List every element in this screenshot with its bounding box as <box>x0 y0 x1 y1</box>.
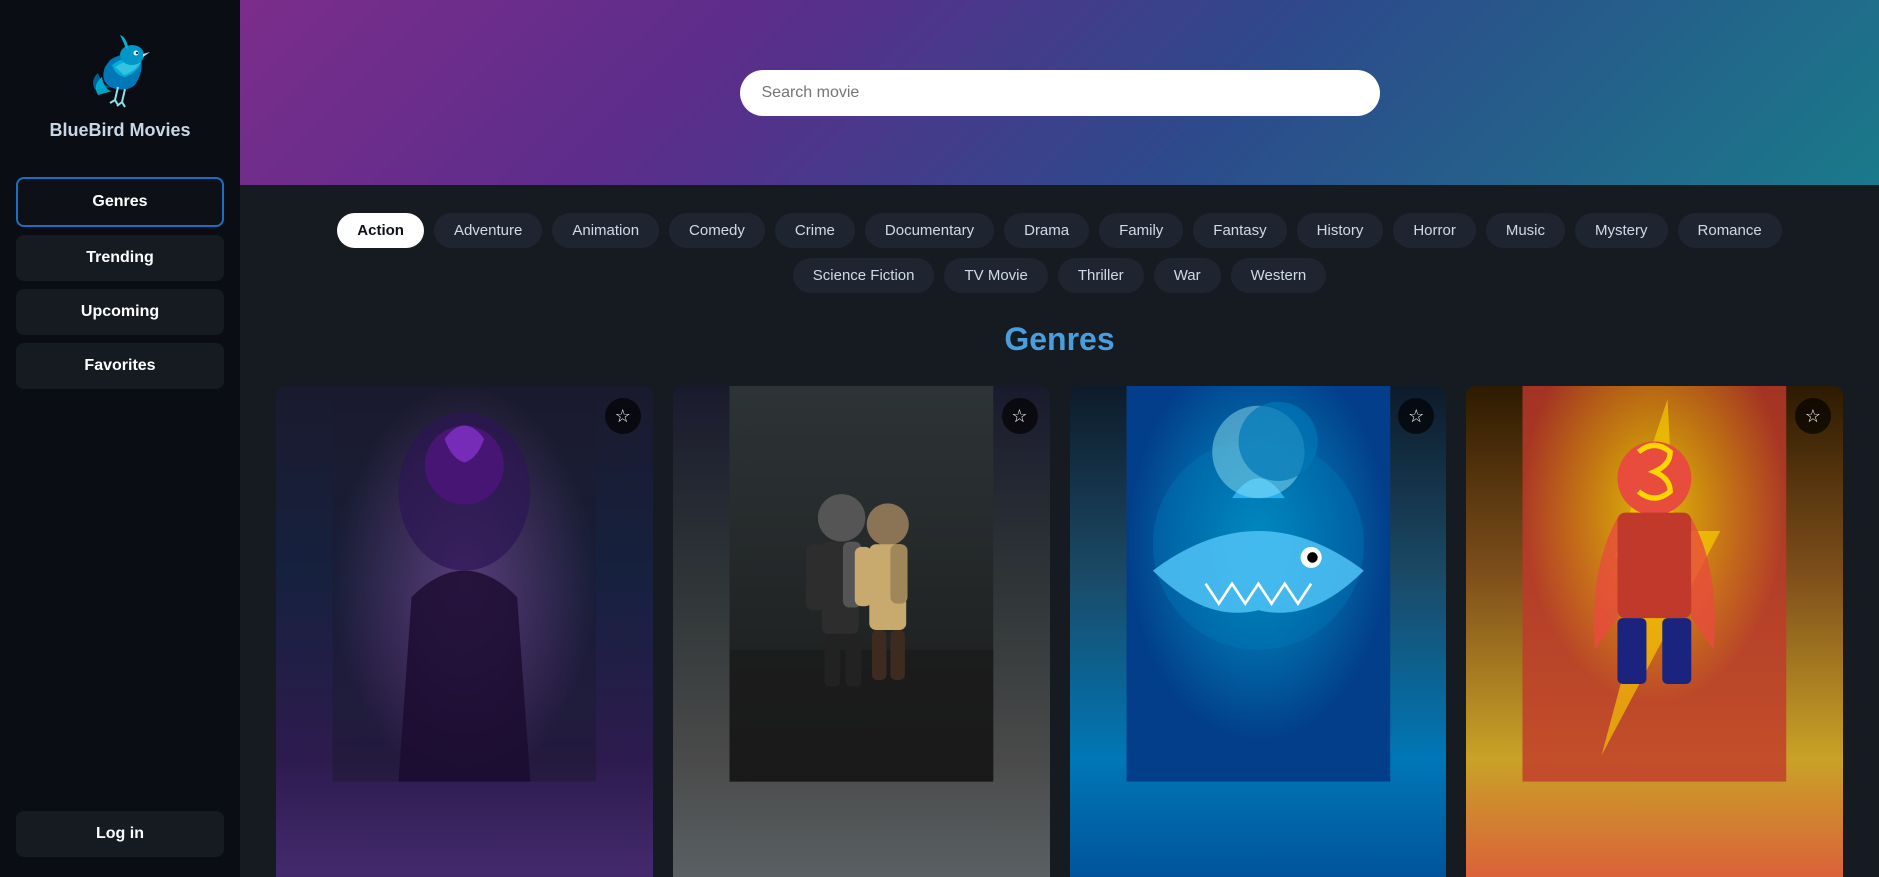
genre-pill-romance[interactable]: Romance <box>1678 213 1782 248</box>
movie-card[interactable]: SHAZAM!☆ <box>1466 386 1843 877</box>
movie-card[interactable]: SAYEN☆ <box>673 386 1050 877</box>
favorite-button[interactable]: ☆ <box>605 398 641 434</box>
genre-pill-science-fiction[interactable]: Science Fiction <box>793 258 935 293</box>
favorite-button[interactable]: ☆ <box>1398 398 1434 434</box>
sidebar-item-upcoming[interactable]: Upcoming <box>16 289 224 335</box>
genre-pill-drama[interactable]: Drama <box>1004 213 1089 248</box>
bird-logo-icon <box>80 30 160 110</box>
genre-pill-thriller[interactable]: Thriller <box>1058 258 1144 293</box>
app-title: BlueBird Movies <box>49 120 190 141</box>
genre-pill-mystery[interactable]: Mystery <box>1575 213 1668 248</box>
genre-pill-fantasy[interactable]: Fantasy <box>1193 213 1286 248</box>
sidebar: BlueBird Movies Genres Trending Upcoming Fa… <box>0 0 240 877</box>
movie-grid: BLACK PANTHERWAKANDA FOREVER☆ SAYEN☆ <box>276 386 1843 877</box>
genre-pill-music[interactable]: Music <box>1486 213 1565 248</box>
logo-area: BlueBird Movies <box>49 30 190 141</box>
section-title: Genres <box>276 321 1843 358</box>
sidebar-item-favorites[interactable]: Favorites <box>16 343 224 389</box>
genre-pill-western[interactable]: Western <box>1231 258 1327 293</box>
main-content: Action Adventure Animation Comedy Crime Docum… <box>240 0 1879 877</box>
movie-card[interactable]: BLACK PANTHERWAKANDA FOREVER☆ <box>276 386 653 877</box>
genre-pill-crime[interactable]: Crime <box>775 213 855 248</box>
nav-menu: Genres Trending Upcoming Favorites <box>16 177 224 811</box>
header-banner <box>240 0 1879 185</box>
search-input[interactable] <box>740 70 1380 116</box>
content-area: Action Adventure Animation Comedy Crime Docum… <box>240 185 1879 877</box>
favorite-button[interactable]: ☆ <box>1002 398 1038 434</box>
login-button[interactable]: Log in <box>16 811 224 857</box>
genre-pills-container: Action Adventure Animation Comedy Crime Docum… <box>276 213 1843 293</box>
sidebar-item-trending[interactable]: Trending <box>16 235 224 281</box>
genre-pill-war[interactable]: War <box>1154 258 1221 293</box>
genre-pill-action[interactable]: Action <box>337 213 424 248</box>
genre-pill-history[interactable]: History <box>1297 213 1384 248</box>
favorite-button[interactable]: ☆ <box>1795 398 1831 434</box>
genre-pill-comedy[interactable]: Comedy <box>669 213 765 248</box>
genre-pill-adventure[interactable]: Adventure <box>434 213 542 248</box>
sidebar-item-genres[interactable]: Genres <box>16 177 224 227</box>
movie-card[interactable]: SHARK SIDE☆ <box>1070 386 1447 877</box>
genre-pill-family[interactable]: Family <box>1099 213 1183 248</box>
genre-pill-tv-movie[interactable]: TV Movie <box>944 258 1047 293</box>
genre-pill-animation[interactable]: Animation <box>552 213 659 248</box>
genre-pill-documentary[interactable]: Documentary <box>865 213 994 248</box>
genre-pill-horror[interactable]: Horror <box>1393 213 1476 248</box>
